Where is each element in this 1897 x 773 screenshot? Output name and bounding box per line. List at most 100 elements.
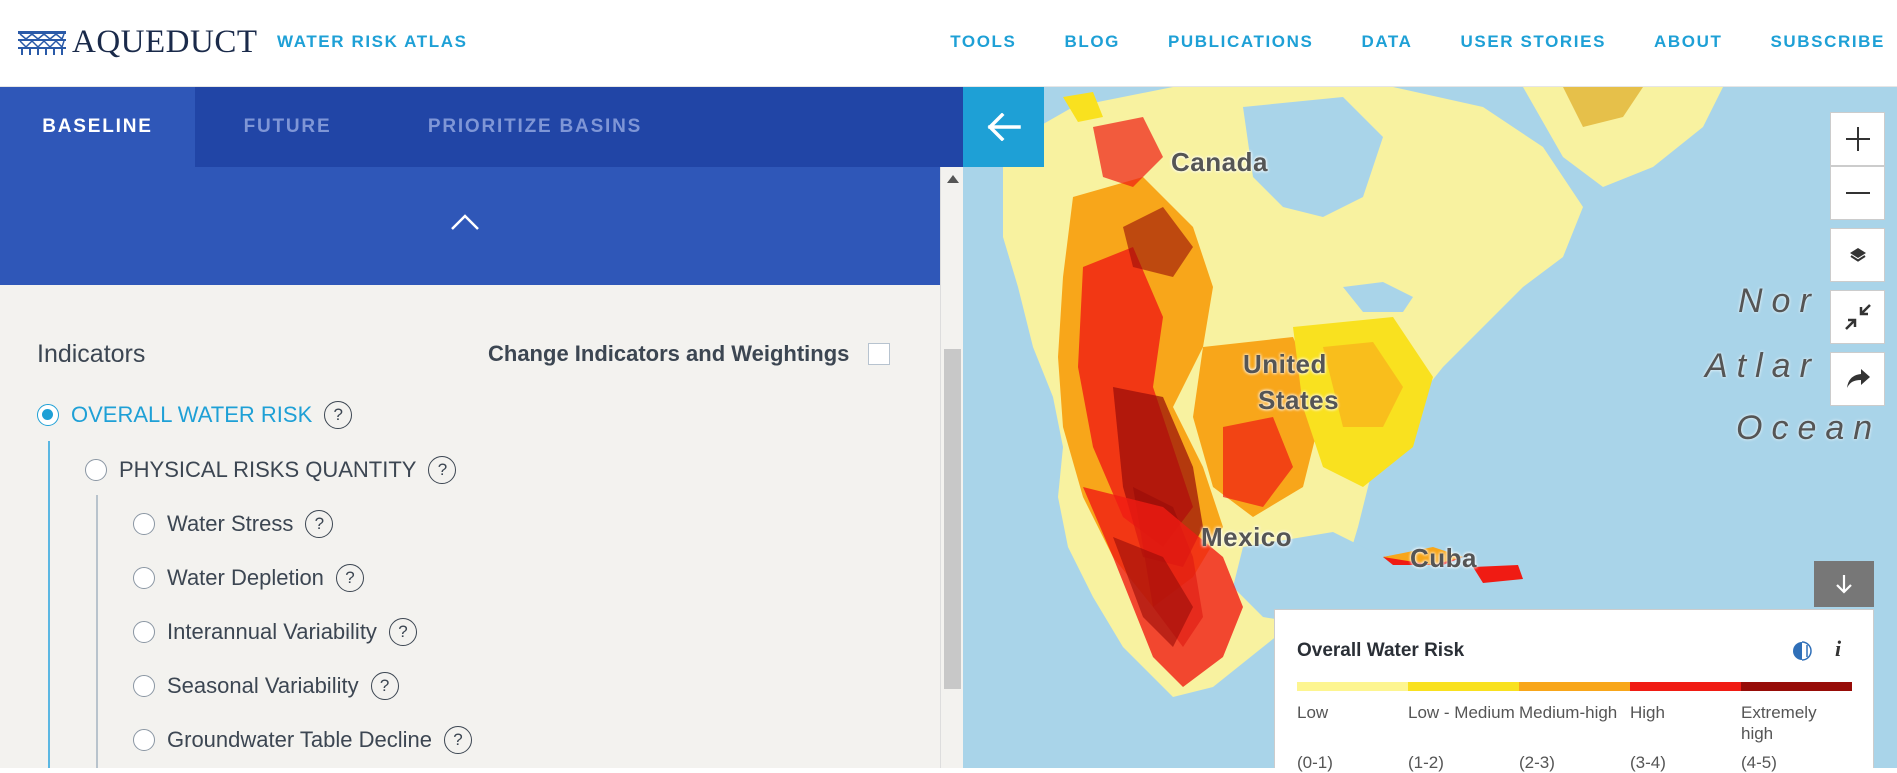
- map-label-cuba: Cuba: [1410, 543, 1477, 573]
- opacity-icon[interactable]: [1791, 640, 1813, 662]
- share-icon: [1846, 369, 1870, 388]
- change-indicators-label[interactable]: Change Indicators and Weightings: [488, 341, 849, 367]
- legend-swatch: [1519, 682, 1630, 691]
- indicator-label: PHYSICAL RISKS QUANTITY: [119, 457, 417, 482]
- legend-range: (4-5): [1741, 753, 1777, 772]
- legend-range: (2-3): [1519, 753, 1555, 772]
- indicator-groundwater-table-decline[interactable]: Groundwater Table Decline ?: [133, 725, 472, 755]
- indicators-heading: Indicators: [37, 340, 146, 368]
- zoom-in-button[interactable]: [1830, 112, 1885, 166]
- indicator-overall-water-risk[interactable]: OVERALL WATER RISK ?: [37, 400, 353, 430]
- legend-category-name: High: [1630, 703, 1665, 722]
- nav-data[interactable]: DATA: [1361, 32, 1412, 52]
- legend-range: (3-4): [1630, 753, 1666, 772]
- legend-category: Extremely high: [1741, 702, 1852, 744]
- nav-publications[interactable]: PUBLICATIONS: [1168, 32, 1313, 52]
- legend-range: (0-1): [1297, 753, 1333, 772]
- help-icon[interactable]: ?: [324, 401, 353, 429]
- legend-category-name: Low: [1297, 703, 1329, 722]
- indicator-label: Seasonal Variability: [167, 673, 359, 698]
- indicator-label: Interannual Variability: [167, 619, 377, 644]
- help-icon[interactable]: ?: [370, 672, 399, 700]
- legend-category-name: Low - Medium: [1408, 703, 1515, 722]
- indicator-label: OVERALL WATER RISK: [71, 402, 313, 427]
- zoom-out-button[interactable]: [1830, 166, 1885, 220]
- nav-user-stories[interactable]: USER STORIES: [1461, 32, 1606, 52]
- plus-icon: [1845, 127, 1870, 151]
- tab-baseline[interactable]: BASELINE: [0, 87, 195, 167]
- legend-category-name: Medium-high: [1519, 703, 1618, 722]
- help-icon[interactable]: ?: [305, 510, 334, 538]
- analysis-tabs: BASELINE FUTURE PRIORITIZE BASINS: [0, 87, 963, 167]
- indicator-label: Water Depletion: [167, 565, 324, 590]
- indicator-label: Groundwater Table Decline: [167, 727, 432, 752]
- radio-button[interactable]: [133, 729, 155, 751]
- indicator-interannual-variability[interactable]: Interannual Variability ?: [133, 617, 417, 647]
- aqueduct-logo-icon: [18, 31, 66, 55]
- collapse-panel[interactable]: [0, 167, 940, 285]
- map-label-ocean-line-3: Ocean: [1736, 409, 1882, 447]
- scroll-up-arrow-icon[interactable]: [947, 175, 959, 183]
- tree-connector-line: [96, 495, 98, 768]
- legend-category-name: Extremely high: [1741, 703, 1817, 743]
- chevron-up-icon: [451, 214, 479, 230]
- legend-categories: Low Low - Medium Medium-high High Extrem…: [1297, 702, 1852, 744]
- tree-connector-line: [48, 441, 50, 768]
- help-icon[interactable]: ?: [443, 726, 472, 754]
- map-label-canada: Canada: [1171, 147, 1268, 177]
- info-icon[interactable]: i: [1835, 636, 1841, 662]
- map-legend: Overall Water Risk i Low Low - Medium Me…: [1274, 609, 1874, 772]
- radio-button[interactable]: [133, 621, 155, 643]
- atlas-title[interactable]: WATER RISK ATLAS: [277, 32, 468, 52]
- radio-button[interactable]: [133, 513, 155, 535]
- main-nav: TOOLS BLOG PUBLICATIONS DATA USER STORIE…: [902, 32, 1897, 52]
- help-icon[interactable]: ?: [388, 618, 417, 646]
- nav-tools[interactable]: TOOLS: [950, 32, 1016, 52]
- nav-blog[interactable]: BLOG: [1064, 32, 1120, 52]
- layers-button[interactable]: [1830, 228, 1885, 282]
- radio-button[interactable]: [133, 567, 155, 589]
- indicator-water-stress[interactable]: Water Stress ?: [133, 509, 334, 539]
- legend-category: Low: [1297, 702, 1408, 744]
- radio-button[interactable]: [85, 459, 107, 481]
- help-icon[interactable]: ?: [335, 564, 364, 592]
- radio-button[interactable]: [133, 675, 155, 697]
- aqueduct-logo[interactable]: AQUEDUCT: [18, 23, 258, 60]
- brand-name: AQUEDUCT: [72, 23, 258, 60]
- map-label-ocean-line-1: Nor: [1738, 282, 1820, 320]
- indicator-label: Water Stress: [167, 511, 294, 536]
- arrow-left-icon: [987, 113, 1021, 141]
- arrow-down-icon: [1836, 575, 1852, 594]
- collapse-map-button[interactable]: [1830, 290, 1885, 344]
- change-indicators-checkbox[interactable]: [868, 343, 890, 365]
- nav-about[interactable]: ABOUT: [1654, 32, 1722, 52]
- sidebar-panel: BASELINE FUTURE PRIORITIZE BASINS Indica…: [0, 87, 963, 768]
- scrollbar-thumb[interactable]: [944, 349, 961, 689]
- radio-button[interactable]: [37, 404, 59, 426]
- legend-category: Medium-high: [1519, 702, 1630, 744]
- minus-icon: [1845, 192, 1870, 194]
- tab-future[interactable]: FUTURE: [195, 87, 380, 167]
- legend-swatch: [1408, 682, 1519, 691]
- scrollbar[interactable]: [940, 167, 963, 768]
- legend-toggle-button[interactable]: [1814, 561, 1874, 607]
- map-label-united: United: [1243, 349, 1327, 379]
- legend-title: Overall Water Risk: [1297, 640, 1465, 661]
- map-label-mexico: Mexico: [1201, 522, 1293, 552]
- legend-swatch: [1741, 682, 1852, 691]
- legend-category: High: [1630, 702, 1741, 744]
- tab-prioritize-basins[interactable]: PRIORITIZE BASINS: [380, 87, 690, 167]
- legend-swatch: [1297, 682, 1408, 691]
- indicator-physical-risks-quantity[interactable]: PHYSICAL RISKS QUANTITY ?: [85, 455, 457, 485]
- indicators-section: Indicators Change Indicators and Weighti…: [0, 285, 940, 768]
- nav-subscribe[interactable]: SUBSCRIBE: [1770, 32, 1885, 52]
- layers-icon: [1849, 248, 1866, 262]
- collapse-icon: [1844, 304, 1871, 330]
- share-button[interactable]: [1830, 352, 1885, 406]
- indicator-water-depletion[interactable]: Water Depletion ?: [133, 563, 364, 593]
- indicator-seasonal-variability[interactable]: Seasonal Variability ?: [133, 671, 399, 701]
- collapse-sidebar-button[interactable]: [963, 87, 1044, 167]
- legend-ranges: (0-1) (1-2) (2-3) (3-4) (4-5): [1297, 752, 1852, 773]
- help-icon[interactable]: ?: [428, 456, 457, 484]
- legend-color-scale: [1297, 682, 1852, 691]
